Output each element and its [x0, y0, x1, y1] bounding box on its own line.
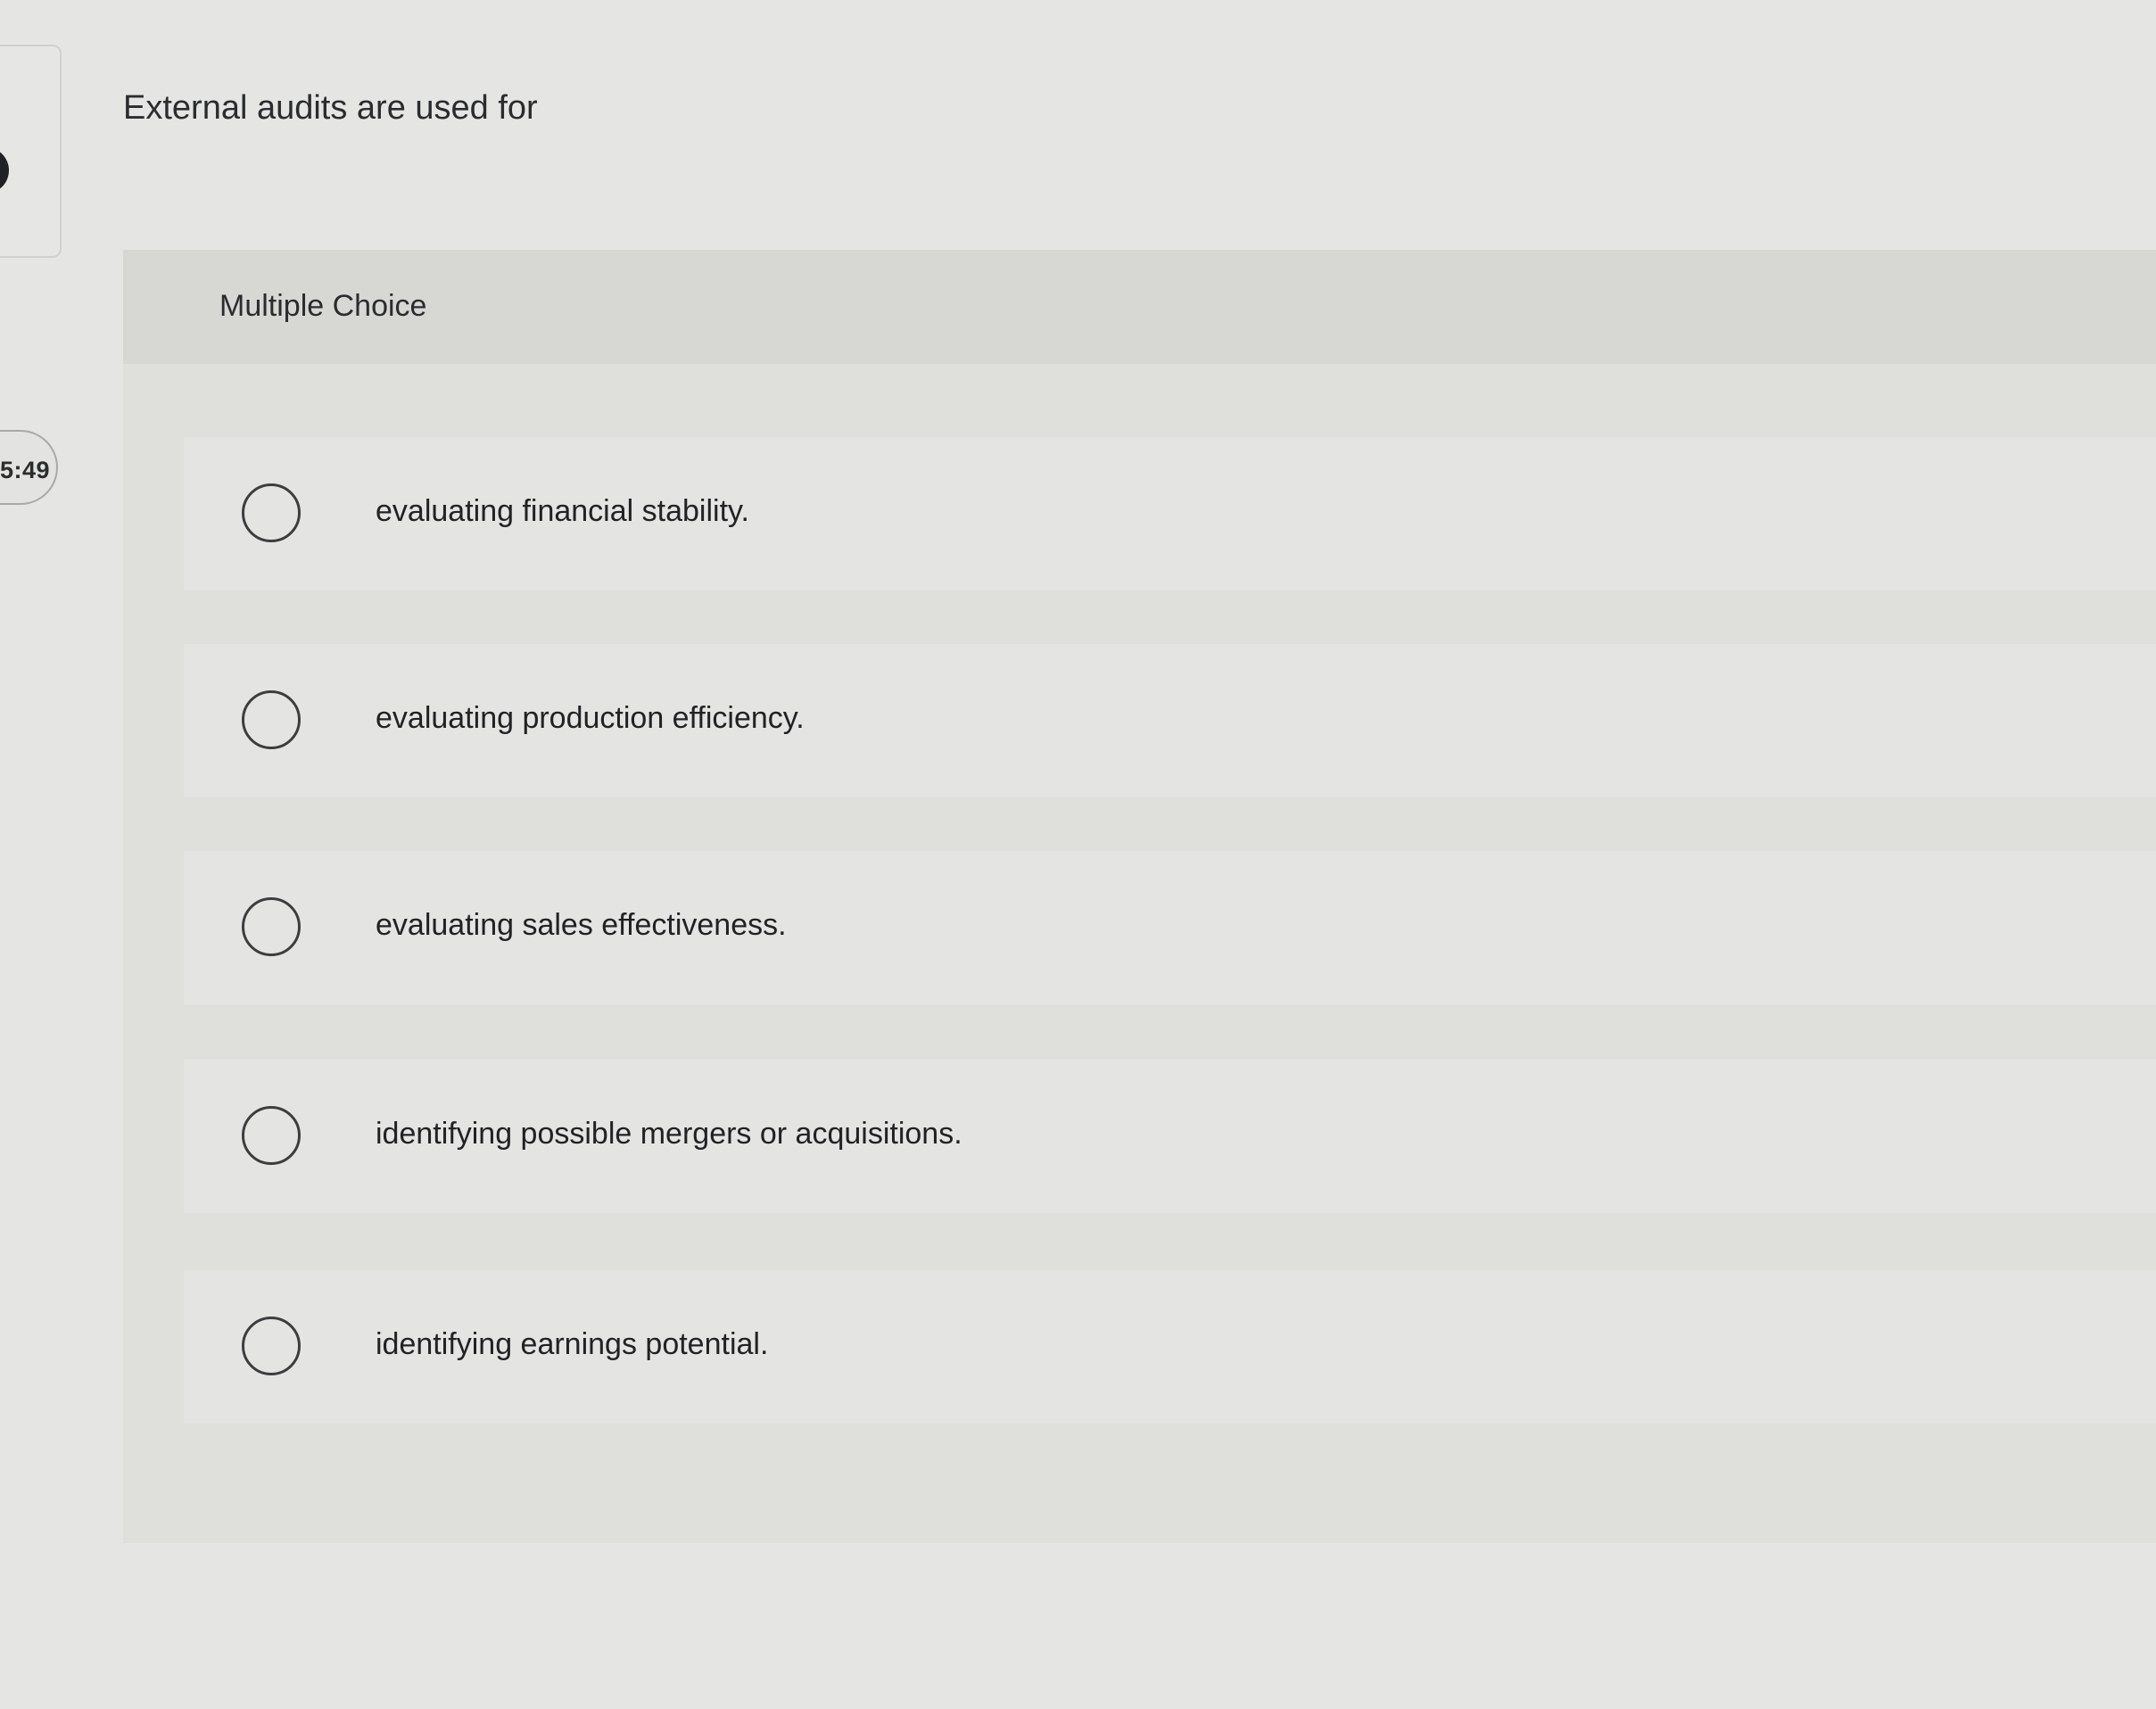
answer-option[interactable]: evaluating financial stability.	[184, 437, 2156, 590]
question-type-label: Multiple Choice	[219, 289, 427, 323]
answer-option-label[interactable]: identifying possible mergers or acquisit…	[376, 1117, 962, 1152]
answer-option-label[interactable]: evaluating sales effectiveness.	[376, 908, 787, 943]
radio-button[interactable]	[242, 483, 301, 542]
radio-button[interactable]	[242, 897, 301, 956]
side-panel	[0, 45, 62, 258]
radio-button[interactable]	[242, 690, 301, 749]
answer-option[interactable]: evaluating production efficiency.	[184, 644, 2156, 797]
answer-option-label[interactable]: identifying earnings potential.	[376, 1327, 768, 1362]
timer-text: 5:49	[0, 457, 51, 483]
question-type-header: Multiple Choice	[123, 250, 2156, 364]
radio-button[interactable]	[242, 1106, 301, 1165]
answer-option[interactable]: identifying earnings potential.	[184, 1270, 2156, 1424]
answer-panel: Multiple Choice evaluating financial sta…	[123, 250, 2156, 1543]
question-prompt: External audits are used for	[123, 89, 538, 127]
answer-option[interactable]: evaluating sales effectiveness.	[184, 851, 2156, 1004]
radio-button[interactable]	[242, 1317, 301, 1375]
answer-option-label[interactable]: evaluating production efficiency.	[376, 701, 805, 736]
answer-option[interactable]: identifying possible mergers or acquisit…	[184, 1060, 2156, 1213]
answer-option-label[interactable]: evaluating financial stability.	[376, 494, 749, 529]
